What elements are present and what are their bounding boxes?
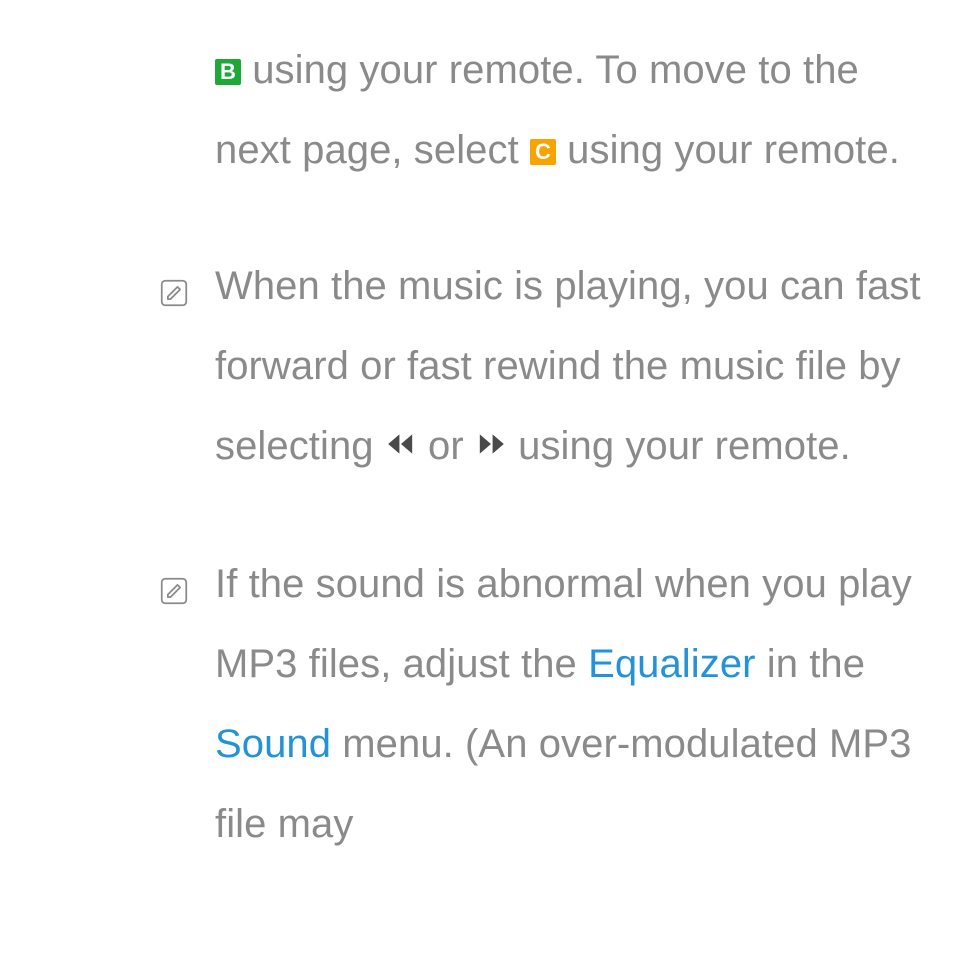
- paragraph-2-text-b: or: [417, 424, 475, 468]
- paragraph-1: B using your remote. To move to the next…: [155, 30, 929, 190]
- rewind-icon: [385, 405, 417, 485]
- paragraph-2-text-c: using your remote.: [507, 424, 851, 468]
- document-page: B using your remote. To move to the next…: [0, 0, 954, 864]
- note-pencil-icon: [160, 279, 188, 307]
- sound-link[interactable]: Sound: [215, 722, 331, 766]
- paragraph-3-text-b: in the: [756, 642, 866, 686]
- paragraph-2: When the music is playing, you can fast …: [155, 246, 929, 488]
- paragraph-1-text-b: using your remote.: [556, 128, 900, 172]
- note-pencil-icon: [160, 577, 188, 605]
- paragraph-3: If the sound is abnormal when you play M…: [155, 544, 929, 864]
- fast-forward-icon: [475, 405, 507, 485]
- keycap-c-icon: C: [530, 139, 556, 165]
- equalizer-link[interactable]: Equalizer: [588, 642, 755, 686]
- keycap-b-icon: B: [215, 59, 241, 85]
